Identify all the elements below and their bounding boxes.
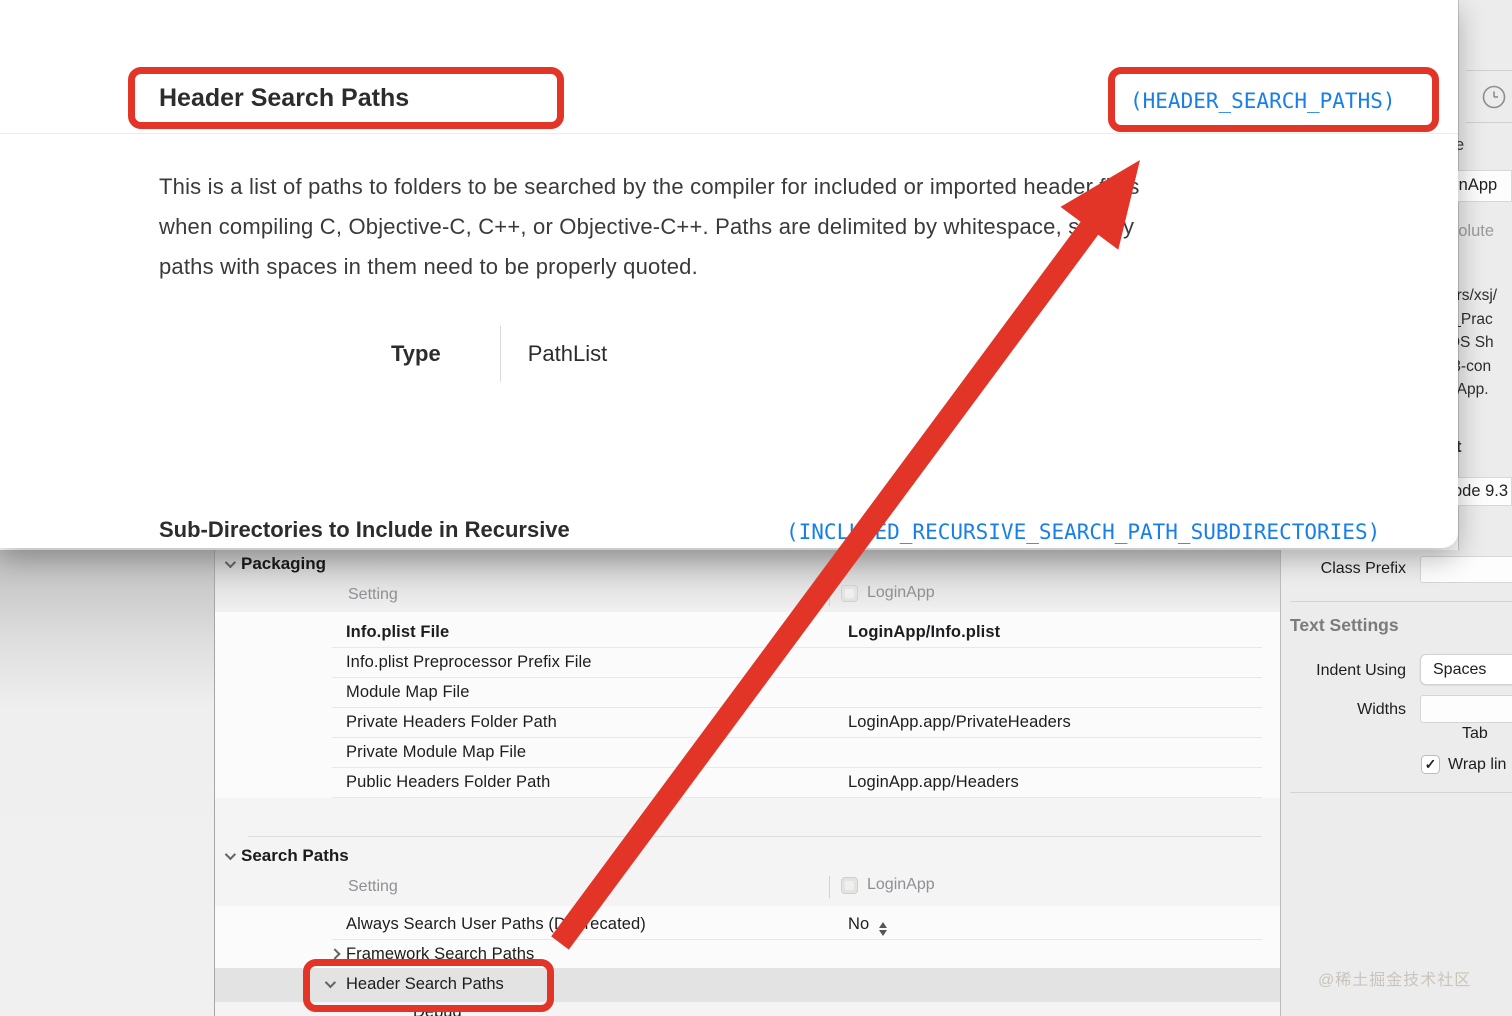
setting-value[interactable]: LoginApp.app/Headers — [848, 773, 1019, 792]
popover-title-divider — [0, 133, 1458, 134]
annotation-box-env-var — [1108, 67, 1439, 132]
screenshot-stage: Packaging Setting LoginApp Info.plist Fi… — [0, 0, 1512, 1016]
setting-value-dropdown[interactable]: No — [848, 915, 888, 936]
widths-label: Widths — [1357, 701, 1406, 718]
chevron-right-icon[interactable] — [329, 948, 341, 960]
description-line: when compiling C, Objective-C, C++, or O… — [159, 214, 1135, 239]
section-title: Packaging — [241, 554, 327, 573]
table-row[interactable]: Info.plist Preprocessor Prefix File — [215, 648, 1280, 678]
strip-divider — [1466, 122, 1512, 123]
table-row[interactable]: Module Map File — [215, 678, 1280, 708]
column-header-setting: Setting — [348, 878, 398, 895]
type-row: Type PathList — [391, 326, 607, 382]
setting-label: Private Module Map File — [346, 743, 527, 761]
table-row[interactable]: Private Module Map File — [215, 738, 1280, 768]
dropdown-value: No — [848, 915, 870, 933]
stepper-icon[interactable] — [879, 922, 888, 936]
setting-label: Info.plist Preprocessor Prefix File — [346, 653, 592, 671]
build-settings-pane: Packaging Setting LoginApp Info.plist Fi… — [215, 550, 1280, 1016]
subdirectories-label: Sub-Directories to Include in Recursive — [159, 517, 570, 542]
popover-description: This is a list of paths to folders to be… — [159, 167, 1140, 287]
table-row[interactable]: Info.plist File LoginApp/Info.plist — [215, 618, 1280, 648]
column-separator — [829, 584, 830, 606]
table-row[interactable]: Public Headers Folder Path LoginApp.app/… — [215, 768, 1280, 798]
format-value-partial: ode 9.3 — [1453, 482, 1509, 500]
annotation-box-header-search-paths — [303, 959, 554, 1012]
target-name: LoginApp — [867, 584, 935, 601]
class-prefix-field[interactable] — [1420, 556, 1512, 583]
annotation-box-title — [128, 67, 564, 129]
navigator-sidebar — [0, 550, 215, 1016]
setting-label: Private Headers Folder Path — [346, 713, 557, 731]
setting-value[interactable]: LoginApp.app/PrivateHeaders — [848, 713, 1071, 732]
setting-label: Info.plist File — [346, 623, 450, 641]
indent-using-dropdown[interactable]: Spaces — [1420, 654, 1512, 685]
chevron-down-icon[interactable] — [224, 556, 237, 569]
setting-value[interactable]: LoginApp/Info.plist — [848, 623, 1000, 642]
subdirectories-env-var-link[interactable]: (INCLUDED_RECURSIVE_SEARCH_PATH_SUBDIREC… — [786, 520, 1380, 544]
column-header-setting: Setting — [348, 586, 398, 603]
section-title: Search Paths — [241, 846, 349, 865]
watermark: @稀土掘金技术社区 — [1318, 972, 1472, 989]
history-clock-icon[interactable] — [1482, 85, 1506, 109]
description-line: paths with spaces in them need to be pro… — [159, 254, 698, 279]
inspector-strip — [1458, 0, 1512, 550]
setting-label: Always Search User Paths (Deprecated) — [346, 915, 646, 933]
type-label: Type — [391, 341, 441, 366]
indent-using-label: Indent Using — [1316, 662, 1406, 679]
inspector-divider — [1290, 792, 1512, 793]
inspector-divider — [1290, 601, 1512, 602]
column-header-target: LoginApp — [841, 584, 935, 602]
section-divider — [248, 836, 1262, 837]
name-value-partial: inApp — [1455, 176, 1498, 194]
wrap-lines-label: Wrap lin — [1448, 756, 1507, 773]
setting-label: Public Headers Folder Path — [346, 773, 551, 791]
app-icon — [841, 584, 858, 602]
widths-field[interactable] — [1420, 695, 1512, 723]
tab-label: Tab — [1462, 725, 1488, 742]
section-packaging[interactable]: Packaging — [224, 554, 327, 574]
section-search-paths[interactable]: Search Paths — [224, 846, 349, 866]
dropdown-value: Spaces — [1433, 660, 1487, 678]
setting-label: Module Map File — [346, 683, 470, 701]
type-divider — [499, 326, 501, 382]
column-separator — [829, 876, 830, 898]
table-row[interactable]: Always Search User Paths (Deprecated) No — [215, 910, 1280, 940]
target-name: LoginApp — [867, 876, 935, 893]
packaging-rows: Info.plist File LoginApp/Info.plist Info… — [215, 612, 1280, 798]
class-prefix-label: Class Prefix — [1320, 560, 1406, 577]
table-row[interactable]: Private Headers Folder Path LoginApp.app… — [215, 708, 1280, 738]
description-line: This is a list of paths to folders to be… — [159, 174, 1140, 199]
text-settings-title: Text Settings — [1290, 615, 1399, 635]
column-header-target: LoginApp — [841, 876, 935, 894]
row-separator — [332, 797, 1262, 798]
chevron-down-icon[interactable] — [224, 848, 237, 861]
strip-divider — [1466, 70, 1512, 71]
app-icon — [841, 876, 858, 894]
type-value: PathList — [527, 341, 608, 366]
wrap-lines-checkbox[interactable]: ✓ — [1421, 755, 1440, 774]
